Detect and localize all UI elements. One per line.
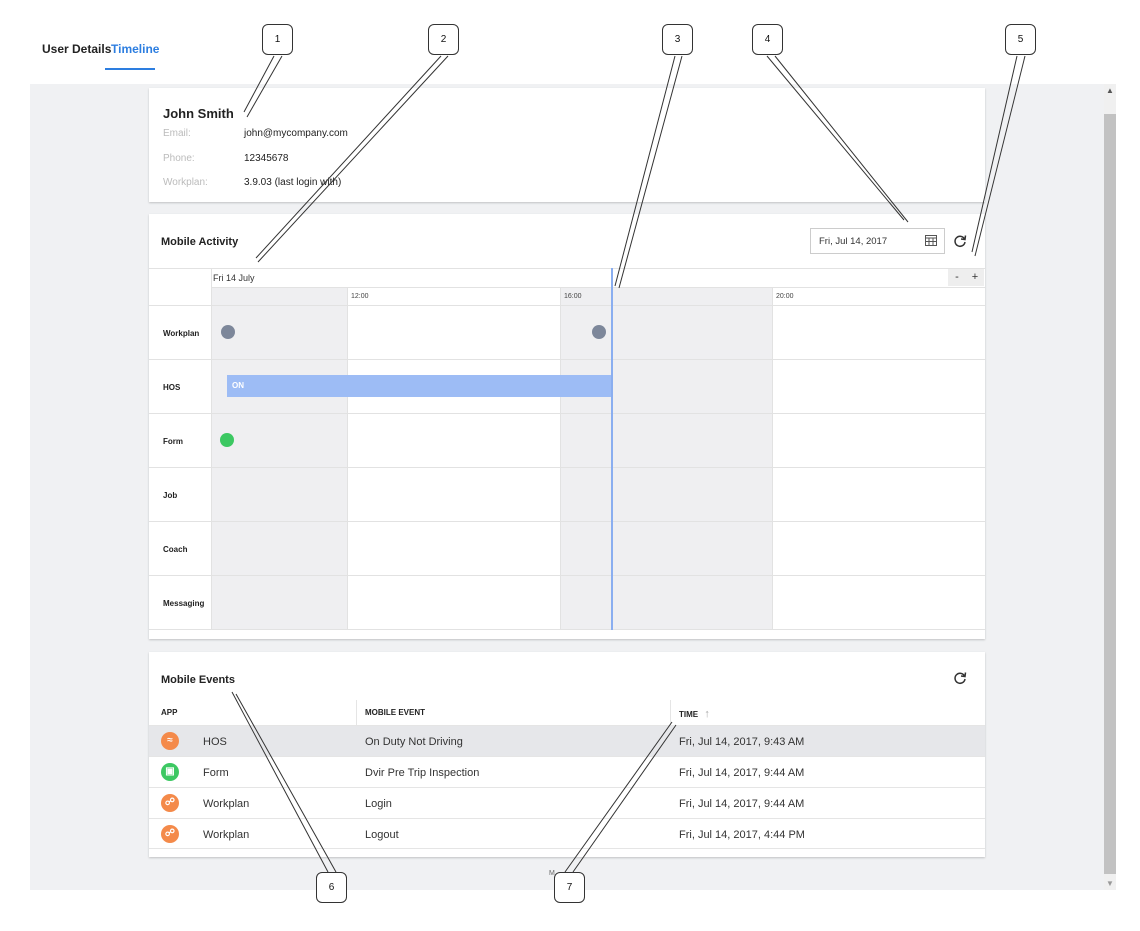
- workplan-icon: ☍: [161, 825, 179, 843]
- form-event-dot[interactable]: [220, 433, 234, 447]
- grid-line: [149, 575, 985, 576]
- event-name: Dvir Pre Trip Inspection: [365, 767, 480, 779]
- row-label-coach: Coach: [163, 545, 188, 554]
- event-time: Fri, Jul 14, 2017, 9:44 AM: [679, 767, 805, 779]
- scrollbar-thumb[interactable]: [1104, 114, 1116, 874]
- tab-bar: User Details Timeline: [0, 0, 1140, 80]
- callout-2: 2: [428, 24, 459, 55]
- column-header-time-label: TIME: [679, 710, 699, 719]
- tick-label: 20:00: [776, 293, 794, 300]
- sort-ascending-icon[interactable]: ↑: [704, 708, 710, 720]
- workplan-value: 3.9.03 (last login with): [244, 177, 342, 188]
- table-row[interactable]: ≈ HOS On Duty Not Driving Fri, Jul 14, 2…: [149, 725, 985, 756]
- column-divider: [356, 700, 357, 726]
- grid-line: [149, 413, 985, 414]
- shaded-period: [212, 287, 347, 630]
- scrollbar[interactable]: ▲ ▼: [1104, 84, 1116, 890]
- timeline-day-label: Fri 14 July: [213, 273, 255, 283]
- row-label-messaging: Messaging: [163, 599, 205, 608]
- grid-line: [212, 287, 985, 288]
- user-info-card: John Smith Email: john@mycompany.com Pho…: [149, 88, 985, 202]
- shaded-period: [560, 287, 772, 630]
- callout-4: 4: [752, 24, 783, 55]
- tab-user-details[interactable]: User Details: [42, 42, 111, 56]
- phone-value: 12345678: [244, 153, 289, 164]
- form-icon: ▣: [161, 763, 179, 781]
- scroll-up-arrow[interactable]: ▲: [1106, 86, 1114, 95]
- event-app: Workplan: [203, 829, 250, 841]
- grid-line: [149, 629, 985, 630]
- current-time-line: [611, 268, 613, 630]
- event-time: Fri, Jul 14, 2017, 4:44 PM: [679, 829, 805, 841]
- column-divider: [670, 700, 671, 726]
- email-label: Email:: [163, 128, 191, 139]
- date-picker-input[interactable]: Fri, Jul 14, 2017: [810, 228, 945, 254]
- date-value: Fri, Jul 14, 2017: [819, 236, 888, 247]
- refresh-icon[interactable]: [953, 671, 967, 685]
- grid-line: [149, 467, 985, 468]
- event-time: Fri, Jul 14, 2017, 9:44 AM: [679, 798, 805, 810]
- row-label-hos: HOS: [163, 383, 181, 392]
- user-name: John Smith: [163, 106, 234, 121]
- row-label-job: Job: [163, 491, 178, 500]
- event-app: Form: [203, 767, 229, 779]
- grid-line: [149, 359, 985, 360]
- calendar-icon[interactable]: [925, 235, 937, 246]
- grid-line: [347, 287, 348, 630]
- event-app: HOS: [203, 736, 227, 748]
- email-value: john@mycompany.com: [244, 128, 348, 139]
- event-name: Logout: [365, 829, 399, 841]
- grid-line: [211, 268, 212, 630]
- hos-icon: ≈: [161, 732, 179, 750]
- callout-7: 7: [554, 872, 585, 903]
- grid-line: [772, 287, 773, 630]
- table-row[interactable]: ☍ Workplan Login Fri, Jul 14, 2017, 9:44…: [149, 787, 985, 818]
- mobile-activity-title: Mobile Activity: [161, 236, 239, 248]
- event-app: Workplan: [203, 798, 250, 810]
- mobile-events-title: Mobile Events: [161, 674, 235, 686]
- table-row[interactable]: ☍ Workplan Logout Fri, Jul 14, 2017, 4:4…: [149, 818, 985, 849]
- row-label-workplan: Workplan: [163, 329, 200, 338]
- scroll-down-arrow[interactable]: ▼: [1106, 879, 1114, 888]
- hos-status-bar[interactable]: ON: [227, 375, 612, 397]
- column-header-event[interactable]: MOBILE EVENT: [365, 708, 425, 717]
- tab-timeline[interactable]: Timeline: [111, 42, 159, 56]
- refresh-icon[interactable]: [953, 234, 967, 248]
- table-row[interactable]: ▣ Form Dvir Pre Trip Inspection Fri, Jul…: [149, 756, 985, 787]
- column-header-time[interactable]: TIME ↑: [679, 708, 710, 720]
- callout-6: 6: [316, 872, 347, 903]
- event-name: Login: [365, 798, 392, 810]
- mobile-activity-card: Mobile Activity Fri, Jul 14, 2017 - + Fr…: [149, 214, 985, 639]
- event-name: On Duty Not Driving: [365, 736, 463, 748]
- callout-1: 1: [262, 24, 293, 55]
- mobile-events-card: Mobile Events APP MOBILE EVENT TIME ↑ ≈ …: [149, 652, 985, 857]
- grid-line: [149, 521, 985, 522]
- workplan-event-dot[interactable]: [221, 325, 235, 339]
- row-label-form: Form: [163, 437, 183, 446]
- workplan-label: Workplan:: [163, 177, 208, 188]
- callout-3: 3: [662, 24, 693, 55]
- tick-label: 12:00: [351, 293, 369, 300]
- event-time: Fri, Jul 14, 2017, 9:43 AM: [679, 736, 805, 748]
- active-tab-indicator: [105, 68, 155, 70]
- grid-line: [560, 287, 561, 630]
- grid-line: [149, 268, 985, 269]
- grid-line: [149, 305, 985, 306]
- tick-label: 16:00: [564, 293, 582, 300]
- column-header-app[interactable]: APP: [161, 708, 177, 717]
- phone-label: Phone:: [163, 153, 195, 164]
- workplan-icon: ☍: [161, 794, 179, 812]
- activity-timeline: Fri 14 July 12:00 16:00 20:00 Workplan H…: [149, 268, 985, 630]
- callout-5: 5: [1005, 24, 1036, 55]
- workplan-event-dot[interactable]: [592, 325, 606, 339]
